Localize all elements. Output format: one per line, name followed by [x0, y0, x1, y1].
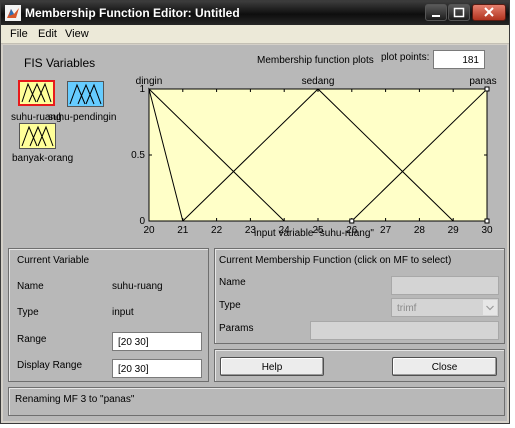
- fis-variable-suhu-ruang[interactable]: [18, 80, 55, 106]
- mf-params-input[interactable]: [310, 321, 499, 340]
- plot-title: Membership function plots: [257, 55, 374, 66]
- mf-label-sedang: sedang: [302, 76, 335, 87]
- x-tick-label: 20: [143, 225, 155, 236]
- minimize-button[interactable]: [425, 4, 447, 21]
- mf-name-input[interactable]: [391, 276, 499, 295]
- editor-body: FIS Variables suhu-ruang suhu-pendingin …: [3, 45, 507, 421]
- mf-vertex-handle: [349, 218, 355, 224]
- mf-vertex-handle: [484, 218, 490, 224]
- mf-editor-window: Membership Function Editor: Untitled Fil…: [0, 0, 510, 424]
- x-tick-label: 28: [414, 225, 426, 236]
- current-variable-heading: Current Variable: [17, 255, 90, 266]
- buttons-panel: Help Close: [214, 349, 505, 382]
- maximize-button[interactable]: [448, 4, 470, 21]
- window-title: Membership Function Editor: Untitled: [25, 6, 240, 20]
- close-icon: [484, 7, 494, 17]
- mf-params-label: Params: [219, 323, 254, 334]
- plot-background: [148, 88, 488, 222]
- cv-name-value: suhu-ruang: [112, 281, 163, 292]
- menu-bar: File Edit View: [1, 25, 509, 44]
- cv-type-value: input: [112, 307, 134, 318]
- mf-type-value: trimf: [397, 303, 417, 314]
- x-axis-label: input variable "suhu-ruang": [254, 228, 374, 239]
- cv-type-label: Type: [17, 307, 39, 318]
- maximize-icon: [453, 7, 465, 18]
- mf-label-dingin: dingin: [136, 76, 163, 87]
- mf-label-panas: panas: [469, 76, 496, 87]
- mf-triangles-icon: [21, 125, 54, 147]
- x-tick-label: 21: [177, 225, 189, 236]
- mf-vertex-handle: [484, 86, 490, 92]
- x-tick-label: 27: [380, 225, 392, 236]
- mf-triangles-icon: [69, 83, 102, 105]
- display-range-input[interactable]: [20 30]: [112, 359, 202, 378]
- fis-variables-heading: FIS Variables: [24, 56, 96, 70]
- plot-points-label: plot points:: [381, 52, 430, 63]
- cv-range-label: Range: [17, 334, 47, 345]
- x-tick-label: 29: [448, 225, 460, 236]
- matlab-icon: [5, 5, 21, 21]
- y-tick-label: 0: [139, 216, 145, 227]
- mf-type-select[interactable]: trimf: [391, 298, 499, 317]
- cv-name-label: Name: [17, 281, 44, 292]
- menu-file[interactable]: File: [10, 28, 28, 40]
- range-input[interactable]: [20 30]: [112, 332, 202, 351]
- plot-area: 20 21 22 23 24 25 26 27 28 29 3000.51dingin sedang p…: [131, 76, 497, 236]
- help-button[interactable]: Help: [220, 357, 324, 376]
- mf-type-label: Type: [219, 300, 241, 311]
- menu-view[interactable]: View: [65, 28, 89, 40]
- current-variable-panel: Current Variable Name suhu-ruang Type in…: [8, 248, 209, 382]
- chevron-down-icon: [483, 300, 497, 315]
- cv-display-range-label: Display Range: [17, 360, 83, 371]
- current-mf-heading: Current Membership Function (click on MF…: [219, 255, 452, 266]
- mf-plot[interactable]: 20 21 22 23 24 25 26 27 28 29 3000.51dingin sedang p…: [127, 73, 501, 243]
- status-bar: Renaming MF 3 to "panas": [8, 387, 505, 416]
- x-tick-label: 30: [481, 225, 493, 236]
- mf-name-label: Name: [219, 277, 246, 288]
- fis-variable-banyak-orang[interactable]: [19, 123, 56, 149]
- y-tick-label: 0.5: [131, 150, 145, 161]
- close-button[interactable]: Close: [392, 357, 497, 376]
- fis-variable-label: banyak-orang: [12, 153, 74, 164]
- current-mf-panel: Current Membership Function (click on MF…: [214, 248, 505, 344]
- x-tick-label: 22: [211, 225, 223, 236]
- fis-variable-suhu-pendingin[interactable]: [67, 81, 104, 107]
- menu-edit[interactable]: Edit: [38, 28, 57, 40]
- plot-points-input[interactable]: 181: [433, 50, 485, 69]
- status-text: Renaming MF 3 to "panas": [15, 394, 135, 405]
- title-bar[interactable]: Membership Function Editor: Untitled: [1, 1, 509, 25]
- minimize-icon: [432, 15, 440, 17]
- fis-variable-label: suhu-pendingin: [48, 112, 117, 123]
- close-window-button[interactable]: [472, 4, 506, 21]
- mf-triangles-icon: [21, 82, 52, 103]
